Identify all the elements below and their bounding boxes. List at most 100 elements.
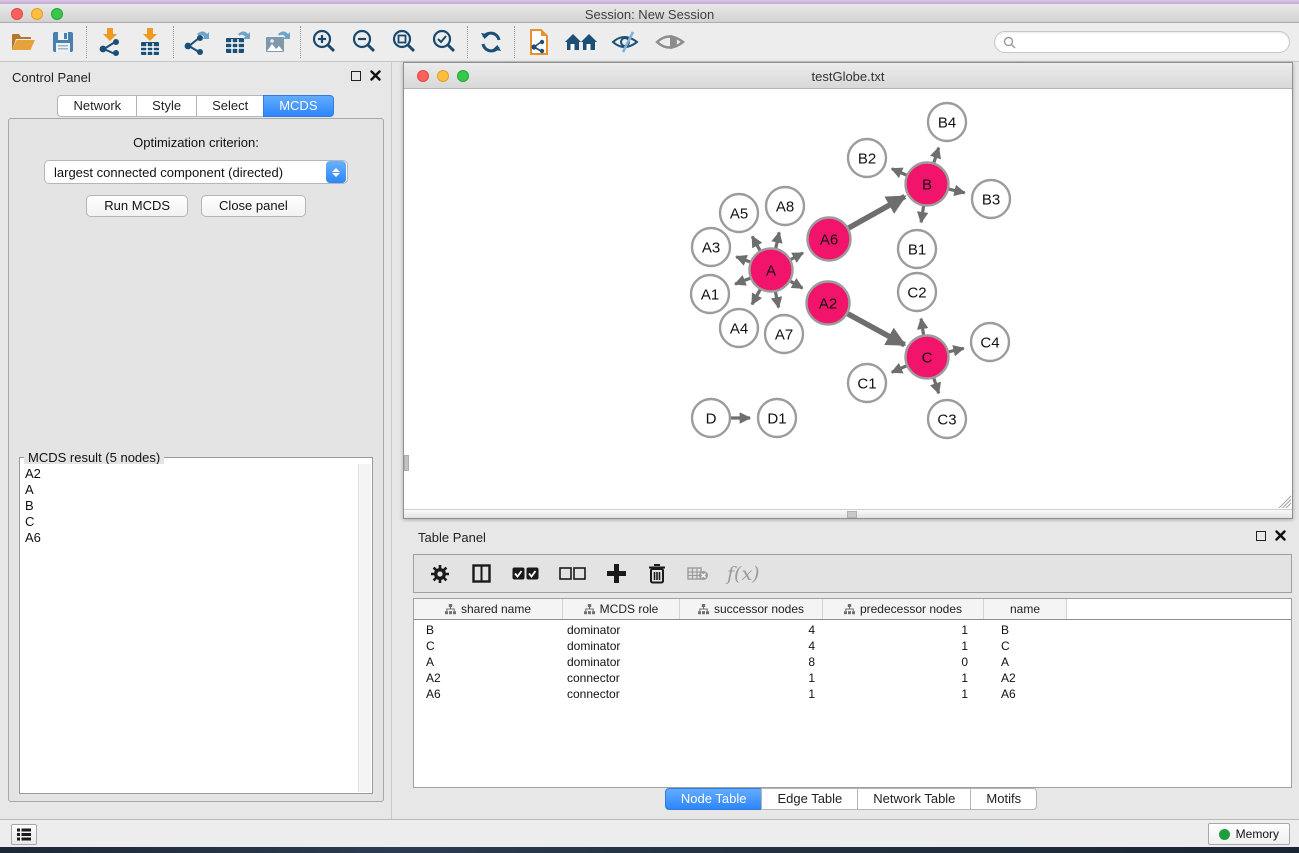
graph-edge-B-B2[interactable] xyxy=(892,169,908,176)
graph-edge-A-A3[interactable] xyxy=(736,257,751,263)
criterion-dropdown[interactable]: largest connected component (directed) xyxy=(44,160,348,184)
cell-predecessor-nodes[interactable]: 1 xyxy=(823,687,984,701)
column-header-predecessor-nodes[interactable]: predecessor nodes xyxy=(823,599,984,619)
result-list-scrollbar[interactable] xyxy=(358,464,371,792)
cell-mcds-role[interactable]: dominator xyxy=(563,623,680,637)
result-item[interactable]: A2 xyxy=(21,466,358,482)
cell-mcds-role[interactable]: connector xyxy=(563,687,680,701)
export-table-button[interactable] xyxy=(222,27,252,57)
graph-edge-C-C2[interactable] xyxy=(921,319,924,336)
graph-edge-A-A1[interactable] xyxy=(735,278,751,284)
graph-edge-A-A6[interactable] xyxy=(790,253,803,260)
cell-shared-name[interactable]: A2 xyxy=(414,671,563,685)
column-header-name[interactable]: name xyxy=(984,599,1067,619)
save-session-button[interactable] xyxy=(48,27,78,57)
cell-mcds-role[interactable]: dominator xyxy=(563,639,680,653)
zoom-in-button[interactable] xyxy=(309,27,339,57)
result-item[interactable]: C xyxy=(21,514,358,530)
graph-edge-A6-B[interactable] xyxy=(848,197,905,229)
graph-edge-B-B1[interactable] xyxy=(921,205,924,222)
cell-name[interactable]: A2 xyxy=(984,671,1067,685)
cell-successor-nodes[interactable]: 1 xyxy=(680,687,823,701)
table-row[interactable]: Bdominator41B xyxy=(414,622,1291,638)
tab-network[interactable]: Network xyxy=(57,95,137,117)
tab-motifs[interactable]: Motifs xyxy=(970,788,1037,810)
settings-gear-button[interactable] xyxy=(428,562,452,586)
column-header-shared-name[interactable]: shared name xyxy=(414,599,563,619)
horizontal-scrollbar-thumb[interactable] xyxy=(847,511,857,518)
tab-network-table[interactable]: Network Table xyxy=(857,788,971,810)
open-session-button[interactable] xyxy=(8,27,38,57)
graph-edge-C-C3[interactable] xyxy=(934,378,939,394)
import-table-button[interactable] xyxy=(135,27,165,57)
result-item[interactable]: A xyxy=(21,482,358,498)
cell-predecessor-nodes[interactable]: 1 xyxy=(823,639,984,653)
table-row[interactable]: Adominator80A xyxy=(414,654,1291,670)
cell-successor-nodes[interactable]: 1 xyxy=(680,671,823,685)
graph-edge-C-C4[interactable] xyxy=(948,348,964,352)
result-item[interactable]: A6 xyxy=(21,530,358,546)
show-column-button[interactable] xyxy=(469,562,493,586)
tab-style[interactable]: Style xyxy=(136,95,197,117)
cell-shared-name[interactable]: A6 xyxy=(414,687,563,701)
memory-button[interactable]: Memory xyxy=(1208,823,1290,845)
column-header-successor-nodes[interactable]: successor nodes xyxy=(680,599,823,619)
graph-edge-A-A4[interactable] xyxy=(752,289,761,305)
show-graphics-details-button[interactable] xyxy=(653,27,687,57)
result-item[interactable]: B xyxy=(21,498,358,514)
graph-edge-B-B4[interactable] xyxy=(934,148,939,164)
run-mcds-button[interactable]: Run MCDS xyxy=(86,195,188,217)
hide-graphics-details-button[interactable] xyxy=(609,27,643,57)
cell-successor-nodes[interactable]: 4 xyxy=(680,623,823,637)
tab-select[interactable]: Select xyxy=(196,95,264,117)
cell-shared-name[interactable]: C xyxy=(414,639,563,653)
network-canvas[interactable]: B4B2BB3A5A8A6B1A3AC2A1A2A4A7C4CC1DD1C3 xyxy=(404,89,1292,509)
cell-name[interactable]: B xyxy=(984,623,1067,637)
graph-edge-A2-C[interactable] xyxy=(847,313,905,345)
search-input[interactable] xyxy=(1016,35,1276,49)
tab-node-table[interactable]: Node Table xyxy=(665,788,763,810)
cell-shared-name[interactable]: B xyxy=(414,623,563,637)
open-recent-session-button[interactable] xyxy=(523,27,553,57)
graph-edge-C-C1[interactable] xyxy=(892,366,908,373)
zoom-fit-button[interactable] xyxy=(389,27,419,57)
import-network-button[interactable] xyxy=(95,27,125,57)
cell-shared-name[interactable]: A xyxy=(414,655,563,669)
close-table-panel-icon[interactable] xyxy=(1275,530,1286,541)
cell-successor-nodes[interactable]: 8 xyxy=(680,655,823,669)
float-table-panel-icon[interactable] xyxy=(1256,531,1266,541)
cell-mcds-role[interactable]: dominator xyxy=(563,655,680,669)
close-panel-button[interactable]: Close panel xyxy=(201,195,306,217)
cell-predecessor-nodes[interactable]: 1 xyxy=(823,671,984,685)
column-header-mcds-role[interactable]: MCDS role xyxy=(563,599,680,619)
float-panel-icon[interactable] xyxy=(351,71,361,81)
select-all-columns-button[interactable] xyxy=(510,562,540,586)
cell-name[interactable]: A xyxy=(984,655,1067,669)
cell-name[interactable]: C xyxy=(984,639,1067,653)
vertical-scrollbar-thumb[interactable] xyxy=(404,455,409,471)
cell-name[interactable]: A6 xyxy=(984,687,1067,701)
export-network-button[interactable] xyxy=(182,27,212,57)
export-image-button[interactable] xyxy=(262,27,292,57)
zoom-out-button[interactable] xyxy=(349,27,379,57)
tab-edge-table[interactable]: Edge Table xyxy=(761,788,858,810)
table-row[interactable]: A6connector11A6 xyxy=(414,686,1291,702)
horizontal-scrollbar[interactable] xyxy=(404,509,1292,518)
cell-mcds-role[interactable]: connector xyxy=(563,671,680,685)
home-button[interactable] xyxy=(563,27,599,57)
zoom-selected-button[interactable] xyxy=(429,27,459,57)
network-window-titlebar[interactable]: testGlobe.txt xyxy=(404,63,1292,89)
table-row[interactable]: A2connector11A2 xyxy=(414,670,1291,686)
cell-predecessor-nodes[interactable]: 0 xyxy=(823,655,984,669)
refresh-button[interactable] xyxy=(476,27,506,57)
graph-edge-A-A8[interactable] xyxy=(776,232,780,249)
table-row[interactable]: Cdominator41C xyxy=(414,638,1291,654)
delete-row-button[interactable] xyxy=(645,562,669,586)
clear-table-button[interactable] xyxy=(686,562,710,586)
show-panels-list-button[interactable] xyxy=(11,824,37,845)
graph-edge-A-A5[interactable] xyxy=(752,237,760,252)
search-field[interactable] xyxy=(994,31,1290,53)
cell-predecessor-nodes[interactable]: 1 xyxy=(823,623,984,637)
graph-edge-B-B3[interactable] xyxy=(948,189,965,193)
add-row-button[interactable] xyxy=(604,562,628,586)
